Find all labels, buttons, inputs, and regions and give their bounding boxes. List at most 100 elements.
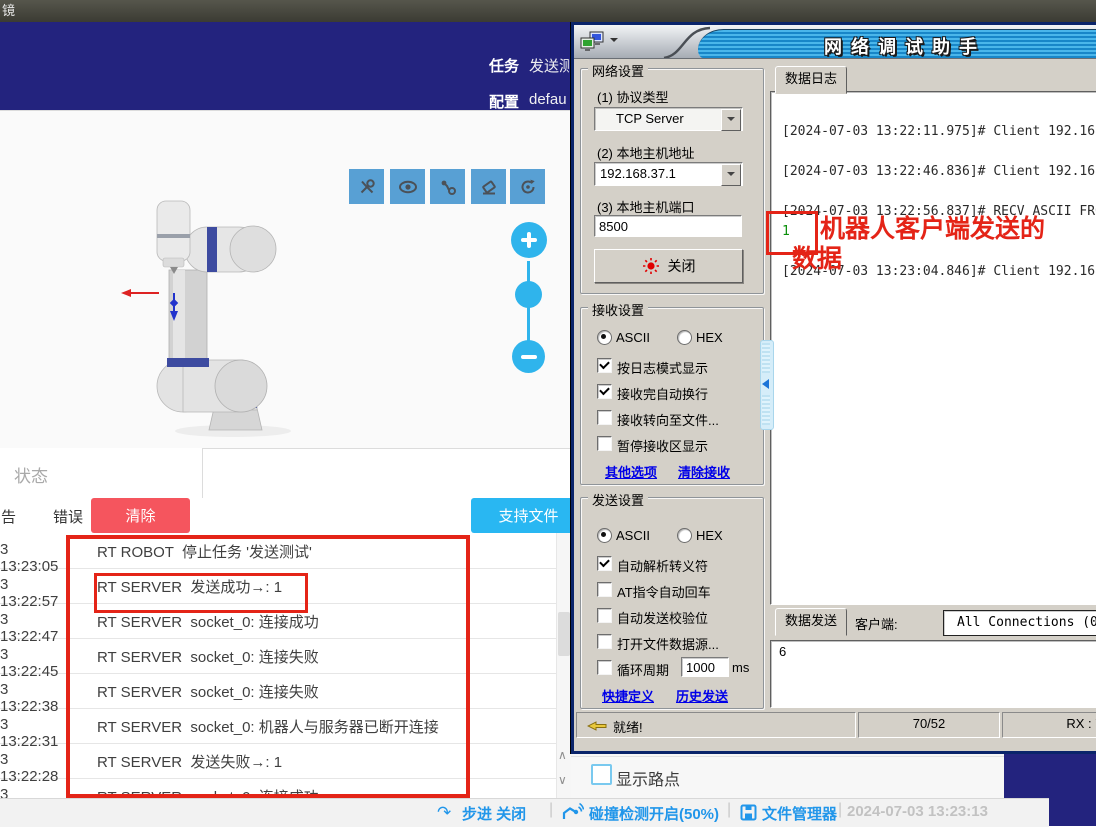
status-counter-pane: 70/52	[858, 712, 1000, 738]
scroll-down-icon[interactable]: ∨	[558, 774, 567, 786]
send-textarea[interactable]: 6	[770, 640, 1096, 708]
chevron-down-icon[interactable]	[721, 109, 741, 131]
visibility-button[interactable]	[390, 169, 425, 204]
protocol-combobox[interactable]: TCP Server	[594, 107, 743, 131]
step-toggle[interactable]: 步进 关闭	[462, 803, 526, 824]
file-source-label: 打开文件数据源...	[617, 634, 719, 653]
log-scrollbar-handle[interactable]	[558, 612, 570, 656]
host-combobox[interactable]: 192.168.37.1	[594, 162, 743, 186]
log-row[interactable]: 3 13:22:12 RT SERVER socket_0: 连接成功	[0, 778, 556, 798]
save-to-file-checkbox[interactable]	[597, 410, 612, 425]
log-row[interactable]: 3 13:22:28 RT SERVER 发送失败→: 1	[0, 743, 556, 779]
zoom-slider-handle[interactable]	[515, 281, 542, 308]
send-ascii-radio[interactable]	[597, 528, 612, 543]
netassist-log-line: [2024-07-03 13:22:46.836]# Client 192.16…	[782, 164, 1096, 179]
log-row[interactable]: 3 13:22:31 RT SERVER socket_0: 机器人与服务器已断…	[0, 708, 556, 744]
netassist-title: 网络调试助手	[824, 33, 986, 59]
quick-define-link[interactable]: 快捷定义	[602, 686, 654, 705]
other-options-link[interactable]: 其他选项	[605, 462, 657, 481]
log-row[interactable]: 3 13:22:38 RT SERVER socket_0: 连接失败	[0, 673, 556, 709]
separator: |	[549, 801, 553, 819]
log-time: 3 13:22:12	[0, 786, 60, 798]
log-mode-label: 按日志模式显示	[617, 358, 708, 377]
pause-display-checkbox[interactable]	[597, 436, 612, 451]
waypoints-checkbox[interactable]	[591, 764, 612, 785]
zoom-out-icon	[521, 355, 537, 359]
os-titlebar: 镜	[0, 0, 1096, 22]
warning-checkbox-label[interactable]: 告	[1, 506, 16, 527]
client-value: All Connections (0)	[957, 615, 1096, 630]
tools-button[interactable]	[349, 169, 384, 204]
escape-parse-label: 自动解析转义符	[617, 556, 708, 575]
robot-arm-model	[113, 194, 323, 444]
cycle-period-input[interactable]	[681, 657, 729, 677]
zoom-in-icon-v	[527, 232, 531, 248]
client-combobox[interactable]: All Connections (0)	[943, 610, 1096, 636]
send-hex-radio[interactable]	[677, 528, 692, 543]
tab-data-send[interactable]: 数据发送	[775, 608, 847, 636]
log-row[interactable]: 3 13:22:45 RT SERVER socket_0: 连接失败	[0, 638, 556, 674]
file-source-checkbox[interactable]	[597, 634, 612, 649]
send-settings-title: 发送设置	[588, 490, 648, 509]
zoom-in-button[interactable]	[511, 222, 547, 258]
tab-data-log[interactable]: 数据日志	[775, 66, 847, 94]
receive-hex-label: HEX	[696, 330, 723, 345]
file-manager-button[interactable]: 文件管理器	[762, 803, 837, 824]
config-menu-value[interactable]: defau	[529, 91, 567, 108]
receive-ascii-radio[interactable]	[597, 330, 612, 345]
check-icon	[32, 506, 43, 517]
chevron-down-icon[interactable]	[721, 164, 741, 186]
panel-collapse-handle[interactable]	[760, 340, 774, 430]
log-mode-checkbox[interactable]	[597, 358, 612, 373]
host-label: (2) 本地主机地址	[597, 143, 695, 162]
clear-log-button[interactable]: 清除	[91, 498, 190, 533]
clear-receive-link[interactable]: 清除接收	[678, 462, 730, 481]
reset-view-button[interactable]	[510, 169, 545, 204]
netassist-titlebar[interactable]: 网络调试助手	[574, 25, 1096, 59]
titlebar-swoosh	[660, 25, 720, 58]
netassist-log-line: [2024-07-03 13:22:11.975]# Client 192.16…	[782, 124, 1096, 139]
grip-texture	[762, 395, 770, 425]
zoom-out-button[interactable]	[512, 340, 545, 373]
client-label: 客户端:	[855, 614, 898, 633]
scroll-up-icon[interactable]: ∧	[558, 749, 567, 761]
server-close-button[interactable]: 关闭	[594, 249, 743, 283]
dropdown-arrow-icon[interactable]	[610, 38, 618, 46]
support-file-button[interactable]: 支持文件	[471, 498, 586, 533]
escape-parse-checkbox[interactable]	[597, 556, 612, 571]
task-menu-label[interactable]: 任务	[489, 55, 519, 76]
task-menu-value[interactable]: 发送测	[529, 55, 574, 76]
at-return-checkbox[interactable]	[597, 582, 612, 597]
save-to-file-label: 接收转向至文件...	[617, 410, 719, 429]
log-message: RT SERVER 发送成功→: 1	[97, 576, 282, 597]
error-checkbox-label: 错误	[53, 506, 83, 527]
path-button[interactable]	[430, 169, 465, 204]
waypoints-checkbox-label: 显示路点	[616, 766, 680, 790]
auto-newline-checkbox[interactable]	[597, 384, 612, 399]
checksum-checkbox[interactable]	[597, 608, 612, 623]
checksum-label: 自动发送校验位	[617, 608, 708, 627]
log-message: RT SERVER 发送失败→: 1	[97, 751, 282, 772]
network-monitors-icon[interactable]	[580, 31, 606, 51]
log-row[interactable]: 3 13:22:57 RT SERVER 发送成功→: 1	[0, 568, 556, 604]
cycle-send-checkbox[interactable]	[597, 660, 612, 675]
config-menu-label[interactable]: 配置	[489, 91, 519, 112]
erase-button[interactable]	[471, 169, 506, 204]
netassist-log-line-recv: 1	[782, 224, 790, 239]
receive-hex-radio[interactable]	[677, 330, 692, 345]
chevron-left-icon	[762, 379, 769, 389]
tab-status[interactable]: 状态	[14, 462, 48, 487]
receive-settings-title: 接收设置	[588, 300, 648, 319]
netassist-window: 网络调试助手 网络设置 (1) 协议类型 TCP Server (2) 本地主机…	[571, 22, 1096, 754]
collision-toggle[interactable]: 碰撞检测开启(50%)	[589, 803, 719, 824]
netassist-log-area[interactable]: [2024-07-03 13:22:11.975]# Client 192.16…	[770, 91, 1096, 605]
log-message: RT SERVER socket_0: 连接失败	[97, 681, 319, 702]
send-text-value: 6	[779, 644, 786, 659]
log-row[interactable]: 3 13:23:05 RT ROBOT 停止任务 '发送测试'	[0, 533, 556, 569]
receive-ascii-label: ASCII	[616, 330, 650, 345]
port-input[interactable]	[594, 215, 742, 237]
waypoints-row: 显示路点	[571, 756, 1004, 799]
log-row[interactable]: 3 13:22:47 RT SERVER socket_0: 连接成功	[0, 603, 556, 639]
log-message: RT SERVER socket_0: 机器人与服务器已断开连接	[97, 716, 439, 737]
history-send-link[interactable]: 历史发送	[676, 686, 728, 705]
